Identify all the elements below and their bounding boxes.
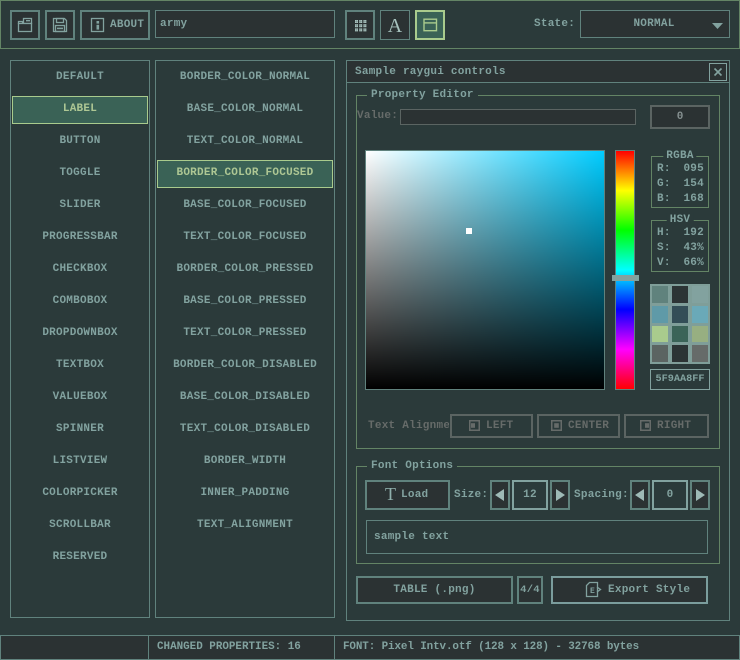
svg-text:E: E <box>590 587 595 596</box>
